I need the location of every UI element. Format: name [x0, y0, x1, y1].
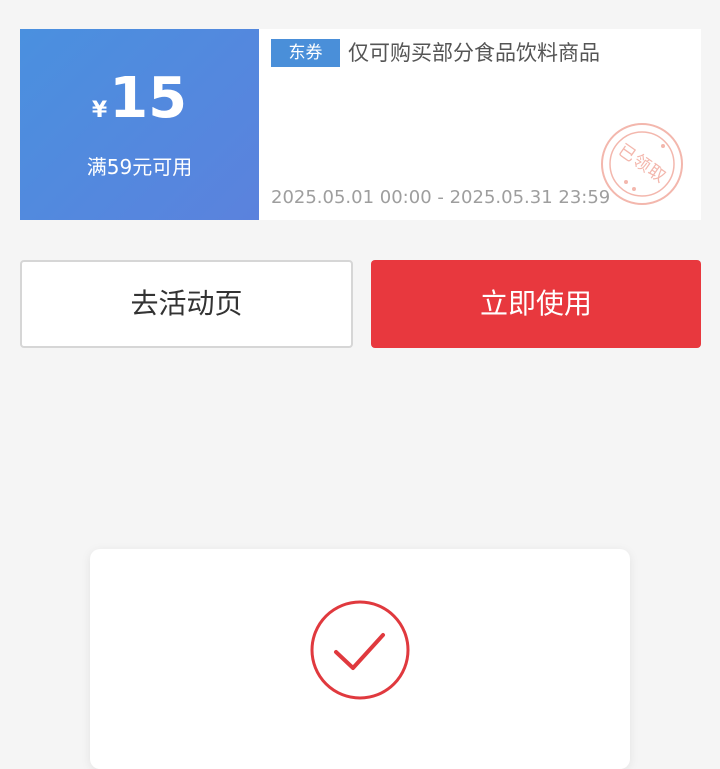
coupon-condition: 满59元可用	[86, 155, 193, 179]
currency-symbol: ¥	[91, 98, 108, 123]
coupon-card: ¥15 满59元可用 东券 仅可购买部分食品饮料商品 2025.05.01 00…	[16, 29, 701, 220]
coupon-validity: 2025.05.01 00:00 - 2025.05.31 23:59	[271, 187, 611, 208]
coupon-description: 仅可购买部分食品饮料商品	[348, 41, 600, 65]
use-now-button[interactable]: 立即使用	[371, 260, 701, 348]
activity-page-button[interactable]: 去活动页	[20, 260, 353, 348]
coupon-amount-panel: ¥15 满59元可用	[16, 29, 259, 220]
success-dialog	[90, 549, 630, 769]
check-circle-icon	[309, 599, 411, 701]
coupon-type-tag: 东券	[271, 39, 340, 67]
coupon-amount: ¥15	[20, 69, 259, 142]
received-stamp-icon: 已领取	[600, 122, 684, 206]
coupon-value: 15	[109, 66, 188, 131]
